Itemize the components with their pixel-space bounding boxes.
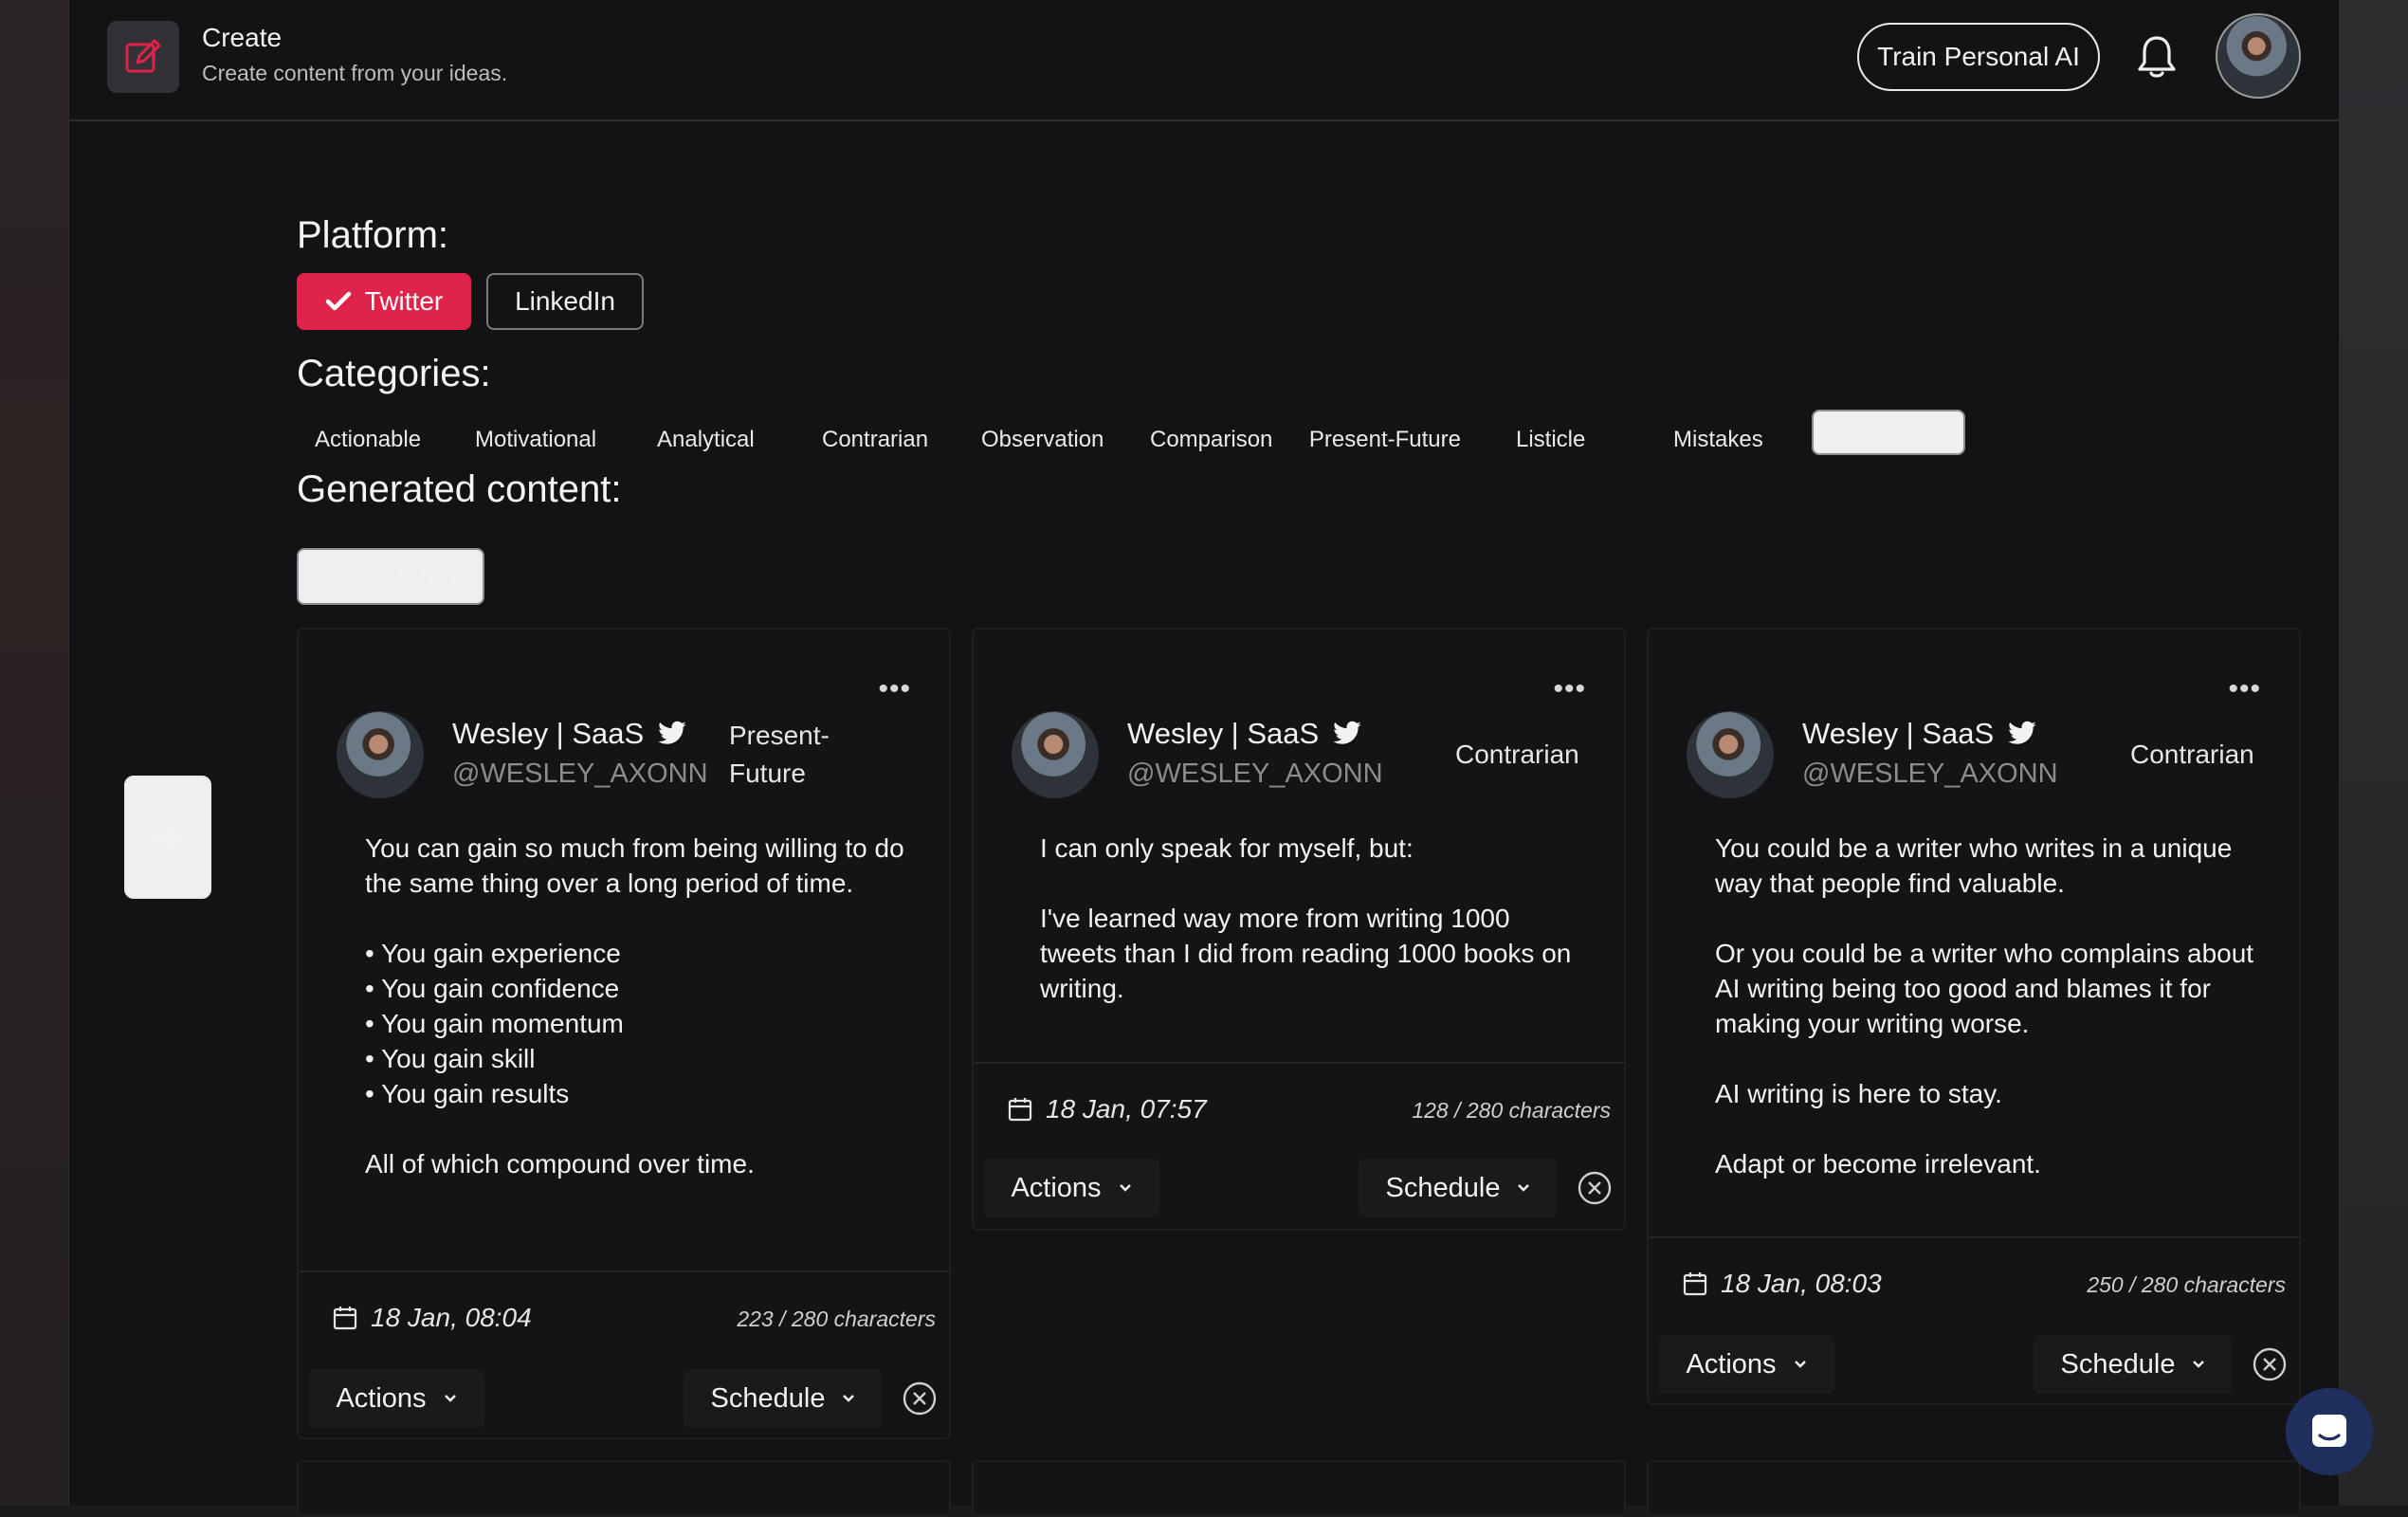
actions-dropdown[interactable]: Actions [308,1369,484,1428]
edit-icon[interactable] [107,21,179,93]
actions-label: Actions [1686,1348,1777,1380]
author-avatar [1687,711,1774,798]
twitter-icon [1333,721,1361,744]
content-card: ••• Wesley | SaaS @WESLEY_AXONN Present-… [297,628,951,1439]
author-name: Wesley | SaaS [452,717,687,751]
chevron-down-icon [444,1395,456,1402]
chevron-down-icon [843,1395,855,1402]
check-icon [325,291,352,311]
platform-twitter-label: Twitter [364,286,444,316]
platform-label: Platform: [297,214,449,256]
calendar-icon [333,1307,357,1330]
chevron-down-icon [1119,1184,1131,1192]
actions-dropdown[interactable]: Actions [983,1159,1159,1217]
author-name: Wesley | SaaS [1127,717,1362,751]
schedule-label: Schedule [2060,1348,2176,1380]
background-left-edge [0,0,68,1506]
character-count: 223 / 280 characters [737,1307,936,1331]
generated-content-label: Generated content: [297,468,622,510]
page-title: Create [202,23,283,52]
content-card [1647,1460,2301,1517]
category-contrarian[interactable]: Contrarian [822,417,928,463]
content-card [297,1460,951,1517]
schedule-label: Schedule [1385,1172,1501,1203]
categories-label: Categories: [297,353,491,394]
card-category: Present-Future [729,721,830,788]
author-avatar [337,711,424,798]
content-card: ••• Wesley | SaaS @WESLEY_AXONN Contrari… [1647,628,2301,1405]
next-batch-button[interactable]: Next Batch [297,548,484,605]
author-name-text: Wesley | SaaS [1802,717,1995,750]
page-subtitle: Create content from your ideas. [202,61,508,85]
app-window: Create Create content from your ideas. T… [68,0,2373,1517]
card-date: 18 Jan, 08:03 [1683,1269,1882,1299]
select-all-button[interactable]: Select all [1812,410,1965,455]
arrow-right-button[interactable] [124,776,211,899]
card-category: Contrarian [1455,740,1579,769]
twitter-icon [658,721,686,744]
schedule-dropdown[interactable]: Schedule [2034,1335,2233,1394]
category-motivational[interactable]: Motivational [475,417,596,463]
schedule-dropdown[interactable]: Schedule [1359,1159,1558,1217]
more-options-icon[interactable]: ••• [2228,675,2261,704]
author-avatar [1012,711,1099,798]
author-name-text: Wesley | SaaS [1127,717,1320,750]
more-options-icon[interactable]: ••• [1553,675,1586,704]
card-body[interactable]: You could be a writer who writes in a un… [1715,831,2265,1181]
background-right-edge [2340,0,2408,1506]
category-listicle[interactable]: Listicle [1516,417,1585,463]
schedule-dropdown[interactable]: Schedule [684,1369,883,1428]
schedule-label: Schedule [710,1382,826,1414]
author-handle: @WESLEY_AXONN [452,758,708,789]
content-card [972,1460,1626,1517]
card-footer: 18 Jan, 08:04 223 / 280 characters Actio… [299,1270,949,1439]
bell-icon[interactable] [2136,34,2178,80]
category-analytical[interactable]: Analytical [657,417,755,463]
arrow-right-icon [152,823,182,851]
category-observation[interactable]: Observation [981,417,1104,463]
chat-icon [2312,1415,2346,1447]
header: Create Create content from your ideas. T… [69,0,2339,121]
card-footer: 18 Jan, 08:03 250 / 280 characters Actio… [1649,1236,2299,1405]
close-icon[interactable] [902,1380,938,1416]
calendar-icon [1683,1272,1707,1296]
user-avatar[interactable] [2216,13,2301,99]
card-footer: 18 Jan, 07:57 128 / 280 characters Actio… [974,1062,1624,1231]
chevron-down-icon [1794,1361,1806,1368]
character-count: 250 / 280 characters [2087,1272,2286,1297]
calendar-icon [1008,1098,1032,1122]
actions-dropdown[interactable]: Actions [1658,1335,1834,1394]
chat-support-button[interactable] [2286,1388,2373,1475]
category-comparison[interactable]: Comparison [1150,417,1272,463]
card-date-text: 18 Jan, 07:57 [1046,1094,1207,1124]
card-body[interactable]: You can gain so much from being willing … [365,831,915,1181]
card-body[interactable]: I can only speak for myself, but: I've l… [1040,831,1590,1006]
train-personal-ai-button[interactable]: Train Personal AI [1857,23,2100,91]
card-date-text: 18 Jan, 08:04 [371,1303,532,1332]
author-name: Wesley | SaaS [1802,717,2037,751]
card-date: 18 Jan, 08:04 [333,1303,532,1333]
chevron-down-icon [2193,1361,2205,1368]
chevron-down-icon [1518,1184,1530,1192]
author-name-text: Wesley | SaaS [452,717,645,750]
card-date-text: 18 Jan, 08:03 [1721,1269,1882,1298]
card-date: 18 Jan, 07:57 [1008,1094,1207,1124]
author-handle: @WESLEY_AXONN [1127,758,1383,789]
character-count: 128 / 280 characters [1412,1098,1611,1123]
category-actionable[interactable]: Actionable [315,417,421,463]
author-handle: @WESLEY_AXONN [1802,758,2058,789]
platform-linkedin-button[interactable]: LinkedIn [486,273,644,330]
actions-label: Actions [336,1382,427,1414]
content-card: ••• Wesley | SaaS @WESLEY_AXONN Contrari… [972,628,1626,1231]
card-category: Contrarian [2130,740,2254,769]
actions-label: Actions [1011,1172,1102,1203]
category-present-future[interactable]: Present-Future [1307,417,1461,463]
more-options-icon[interactable]: ••• [878,675,911,704]
category-mistakes[interactable]: Mistakes [1673,417,1763,463]
platform-twitter-button[interactable]: Twitter [297,273,471,330]
close-icon[interactable] [2252,1346,2288,1382]
twitter-icon [2008,721,2036,744]
close-icon[interactable] [1577,1170,1613,1206]
